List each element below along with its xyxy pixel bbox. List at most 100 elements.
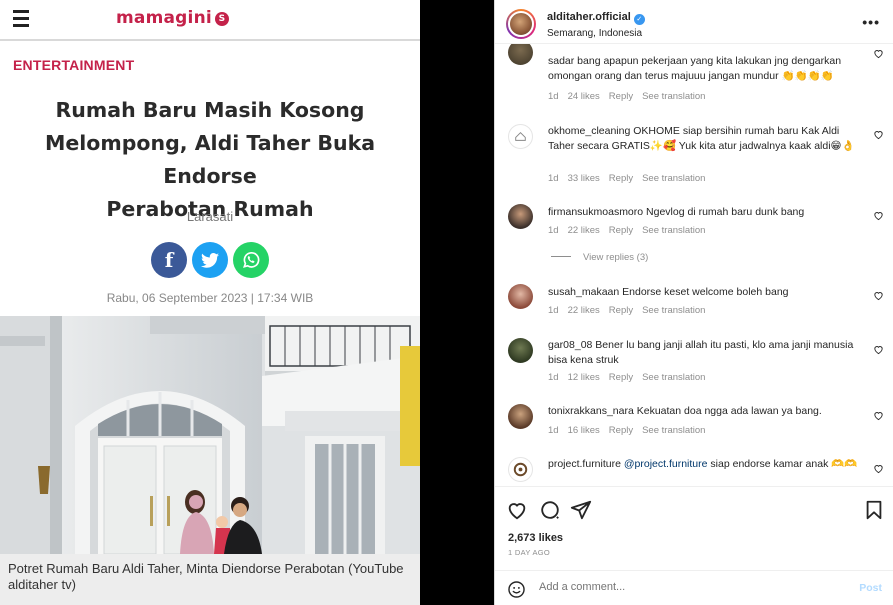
article-panel: mamagini S ENTERTAINMENT Rumah Baru Masih… <box>0 0 420 605</box>
commenter-avatar[interactable] <box>508 457 533 482</box>
commenter-avatar[interactable] <box>508 338 533 363</box>
more-options-icon[interactable]: ••• <box>862 14 880 30</box>
site-navbar: mamagini S <box>0 0 420 41</box>
post-username[interactable]: alditaher.official ✓ <box>547 11 645 25</box>
comment-text: susah_makaan Endorse keset welcome boleh… <box>548 286 789 298</box>
reply-button[interactable]: Reply <box>609 305 633 316</box>
comment-time: 1d <box>548 91 559 102</box>
like-comment-heart-icon[interactable] <box>873 48 884 59</box>
see-translation-button[interactable]: See translation <box>642 225 705 236</box>
comment-time: 1d <box>548 225 559 236</box>
house-photo-illustration <box>0 316 420 554</box>
dark-divider <box>420 0 494 605</box>
post-location[interactable]: Semarang, Indonesia <box>547 28 642 39</box>
save-bookmark-icon[interactable] <box>863 499 885 521</box>
screen: mamagini S ENTERTAINMENT Rumah Baru Masih… <box>0 0 893 605</box>
comment-username[interactable]: susah_makaan <box>548 286 619 298</box>
view-replies-button[interactable]: View replies (3) <box>551 252 648 263</box>
comment-username[interactable]: tonixrakkans_nara <box>548 405 634 417</box>
comment-likes[interactable]: 16 likes <box>568 425 600 436</box>
facebook-icon: f <box>164 248 174 272</box>
site-logo[interactable]: mamagini S <box>116 8 229 28</box>
verified-badge-icon: ✓ <box>633 14 645 25</box>
add-comment-input[interactable] <box>539 581 839 593</box>
add-comment-bar: Post <box>495 570 893 605</box>
site-logo-text: mamagini <box>116 8 212 28</box>
comment-meta: 1d 16 likes Reply See translation <box>548 425 714 436</box>
comment-meta: 1d 33 likes Reply See translation <box>548 173 714 184</box>
hamburger-menu-icon[interactable] <box>13 10 29 28</box>
instagram-post-panel: alditaher.official ✓ Semarang, Indonesia … <box>494 0 893 605</box>
comment-meta: 1d 24 likes Reply See translation <box>548 91 714 102</box>
reply-button[interactable]: Reply <box>609 225 633 236</box>
comment-time: 1d <box>548 173 559 184</box>
comment-text: okhome_cleaning OKHOME siap bersihin rum… <box>548 125 855 152</box>
commenter-avatar[interactable] <box>508 44 533 65</box>
reply-button[interactable]: Reply <box>609 173 633 184</box>
reply-button[interactable]: Reply <box>609 91 633 102</box>
commenter-avatar[interactable] <box>508 204 533 229</box>
facebook-share-button[interactable]: f <box>151 242 187 278</box>
comment-time: 1d <box>548 372 559 383</box>
emoji-smiley-icon[interactable] <box>507 580 526 599</box>
headline-line-2: Melompong, Aldi Taher Buka Endorse <box>44 131 376 188</box>
post-actions-bar: 2,673 likes 1 DAY AGO <box>495 486 893 566</box>
see-translation-button[interactable]: See translation <box>642 425 705 436</box>
share-paper-plane-icon[interactable] <box>570 499 592 521</box>
comment-likes[interactable]: 12 likes <box>568 372 600 383</box>
comment-text: tonixrakkans_nara Kekuatan doa ngga ada … <box>548 405 822 417</box>
article-author[interactable]: Larasati <box>0 209 420 224</box>
comment-time: 1d <box>548 425 559 436</box>
article-category[interactable]: ENTERTAINMENT <box>13 57 134 73</box>
comment-likes[interactable]: 33 likes <box>568 173 600 184</box>
see-translation-button[interactable]: See translation <box>642 372 705 383</box>
reply-button[interactable]: Reply <box>609 372 633 383</box>
see-translation-button[interactable]: See translation <box>642 173 705 184</box>
comment-meta: 1d 12 likes Reply See translation <box>548 372 714 383</box>
like-heart-icon[interactable] <box>506 499 528 521</box>
article-date: Rabu, 06 September 2023 | 17:34 WIB <box>106 291 314 305</box>
comment-username[interactable]: okhome_cleaning <box>548 125 630 137</box>
like-comment-heart-icon[interactable] <box>873 129 884 140</box>
comment-likes[interactable]: 22 likes <box>568 305 600 316</box>
comment-meta: 1d 22 likes Reply See translation <box>548 225 714 236</box>
whatsapp-icon <box>243 251 260 268</box>
photo-caption: Potret Rumah Baru Aldi Taher, Minta Dien… <box>0 554 420 605</box>
post-username-text: alditaher.official <box>547 11 631 23</box>
see-translation-button[interactable]: See translation <box>642 91 705 102</box>
like-comment-heart-icon[interactable] <box>873 210 884 221</box>
like-comment-heart-icon[interactable] <box>873 463 884 474</box>
comment-text: sadar bang apapun pekerjaan yang kita la… <box>548 55 842 82</box>
like-comment-heart-icon[interactable] <box>873 410 884 421</box>
whatsapp-share-button[interactable] <box>233 242 269 278</box>
comment-text: project.furniture @project.furniture sia… <box>548 458 858 470</box>
comment-time: 1d <box>548 305 559 316</box>
likes-count[interactable]: 2,673 likes <box>508 532 563 544</box>
comment-username[interactable]: project.furniture <box>548 458 621 470</box>
article-photo <box>0 316 420 554</box>
commenter-avatar[interactable] <box>508 284 533 309</box>
comment-username[interactable]: gar08_08 <box>548 339 592 351</box>
comment-likes[interactable]: 22 likes <box>568 225 600 236</box>
like-comment-heart-icon[interactable] <box>873 290 884 301</box>
twitter-share-button[interactable] <box>192 242 228 278</box>
comment-mention-link[interactable]: @project.furniture <box>624 458 708 470</box>
comment-bubble-icon[interactable] <box>539 499 561 521</box>
see-translation-button[interactable]: See translation <box>642 305 705 316</box>
comment-text: gar08_08 Bener lu bang janji allah itu p… <box>548 339 854 366</box>
comment-likes[interactable]: 24 likes <box>568 91 600 102</box>
comment-text: firmansukmoasmoro Ngevlog di rumah baru … <box>548 206 805 218</box>
twitter-icon <box>201 252 219 268</box>
profile-avatar[interactable] <box>506 9 536 39</box>
comment-meta: 1d 22 likes Reply See translation <box>548 305 714 316</box>
post-comment-button[interactable]: Post <box>859 582 882 594</box>
headline-line-1: Rumah Baru Masih Kosong <box>55 98 365 122</box>
comment-username[interactable]: firmansukmoasmoro <box>548 206 643 218</box>
like-comment-heart-icon[interactable] <box>873 344 884 355</box>
reply-button[interactable]: Reply <box>609 425 633 436</box>
post-time-ago: 1 DAY AGO <box>508 548 551 557</box>
commenter-avatar[interactable] <box>508 124 533 149</box>
commenter-avatar[interactable] <box>508 404 533 429</box>
site-logo-badge: S <box>214 12 229 26</box>
post-header: alditaher.official ✓ Semarang, Indonesia … <box>495 0 893 44</box>
